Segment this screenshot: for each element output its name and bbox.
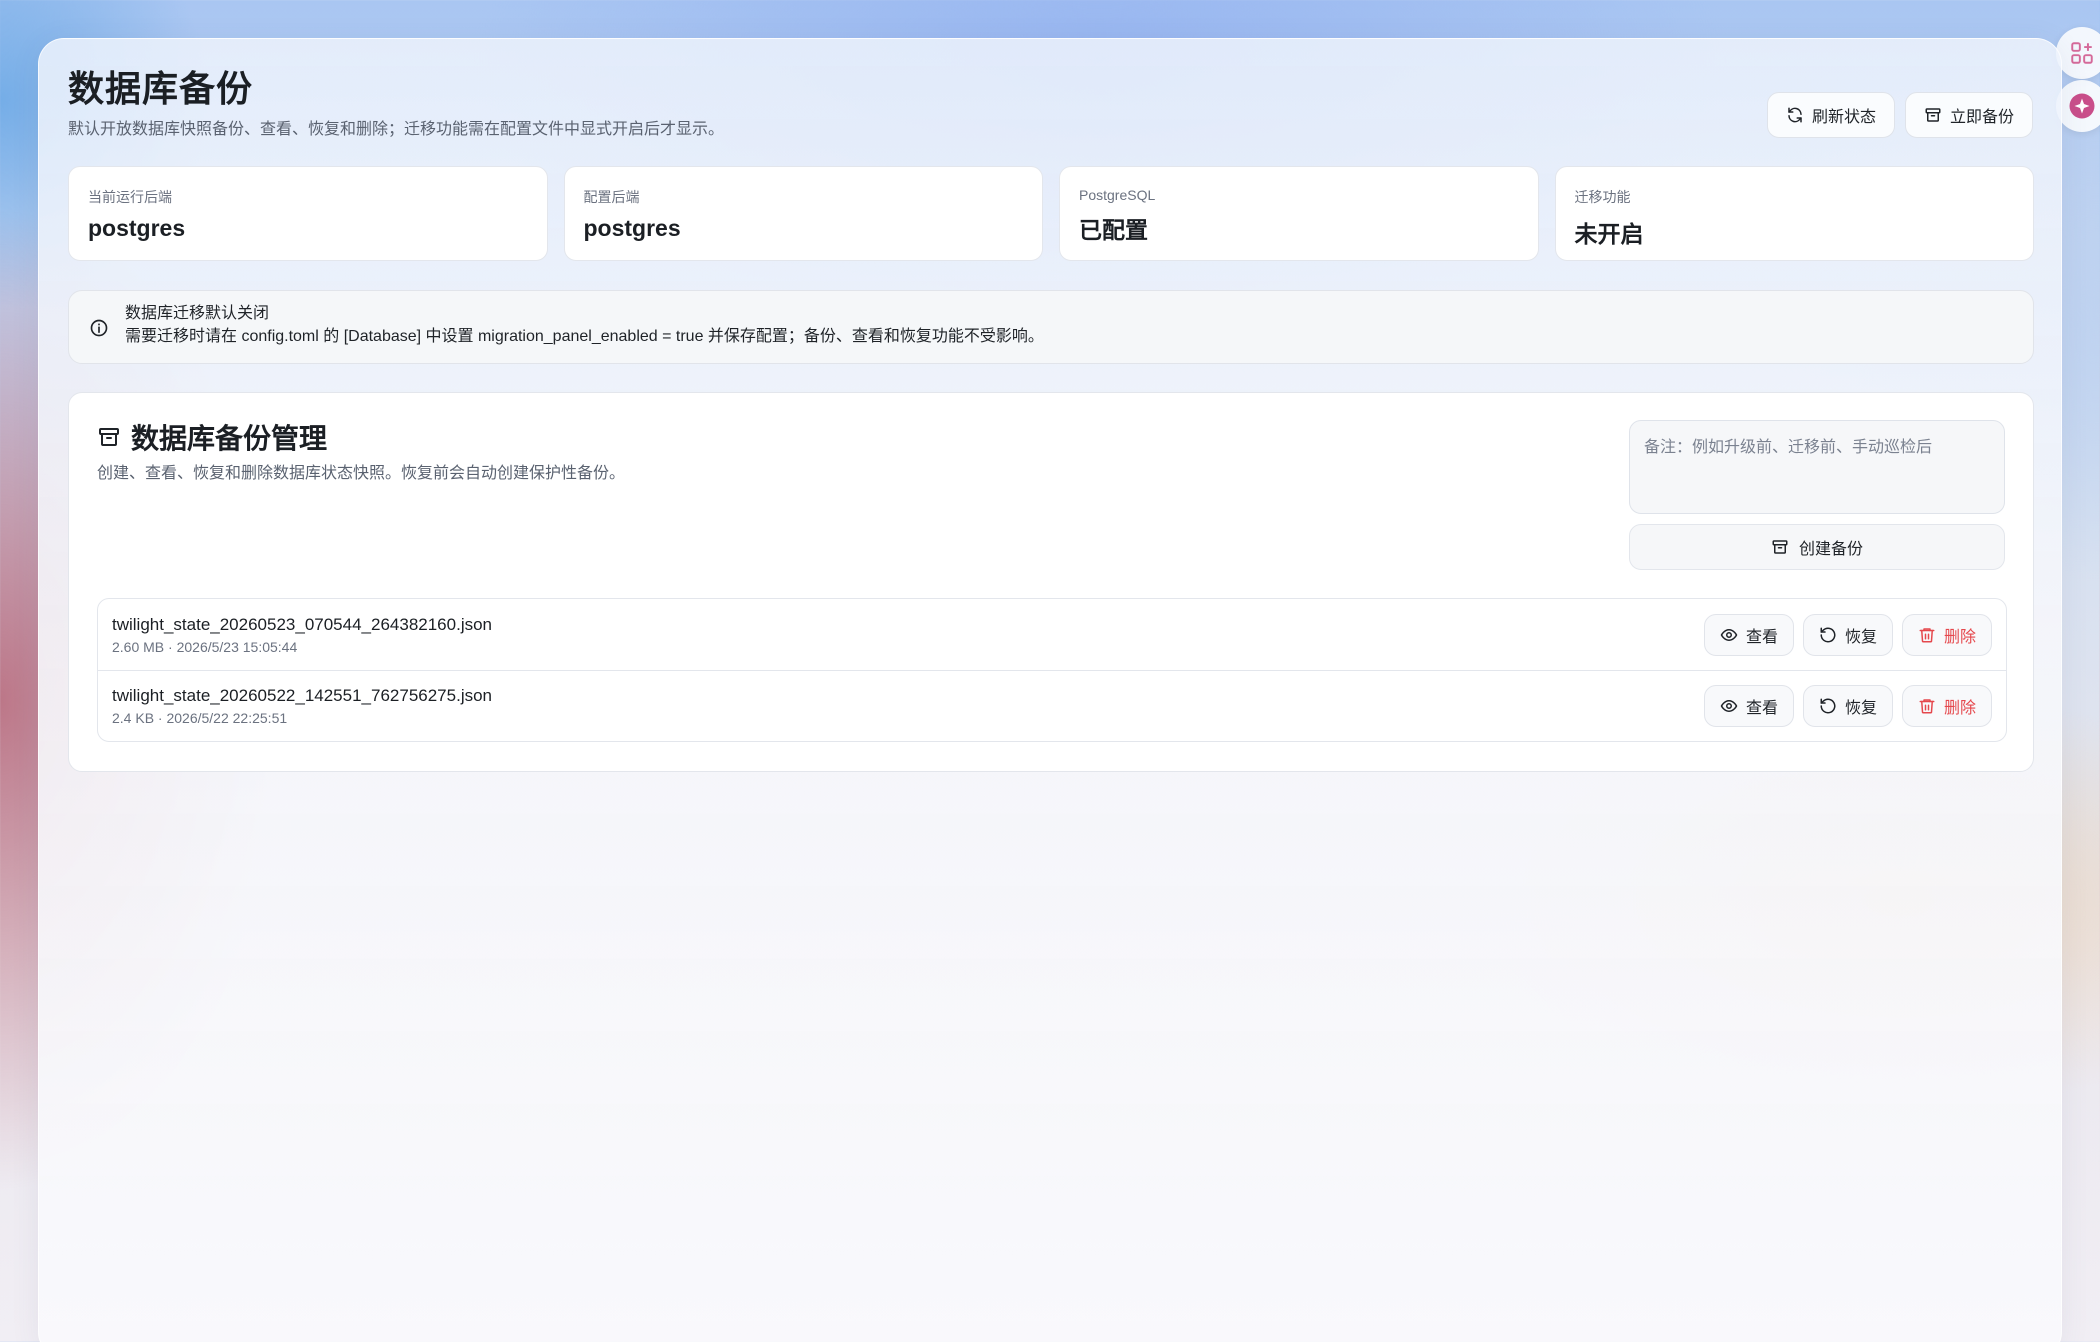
stat-current-backend: 当前运行后端 postgres — [68, 166, 548, 261]
stat-migration: 迁移功能 未开启 — [1554, 166, 2034, 261]
eye-icon — [1720, 628, 1738, 641]
backup-now-label: 立即备份 — [1949, 109, 2014, 126]
backup-note-input[interactable] — [1629, 420, 2005, 514]
eye-icon — [1720, 700, 1738, 712]
delete-button[interactable]: 删除 — [1901, 613, 1992, 656]
apps-icon — [2071, 42, 2093, 64]
trash-icon — [1919, 627, 1935, 642]
sparkle-icon — [2069, 93, 2095, 119]
create-backup-button[interactable]: 创建备份 — [1629, 524, 2005, 570]
restore-icon — [1820, 698, 1836, 714]
apps-side-button[interactable] — [2056, 27, 2100, 79]
trash-icon — [1919, 699, 1935, 714]
stat-value: 未开启 — [1574, 221, 1644, 247]
stat-config-backend: 配置后端 postgres — [563, 166, 1043, 261]
restore-button[interactable]: 恢复 — [1802, 685, 1893, 727]
backup-file-name: twilight_state_20260522_142551_762756275… — [112, 686, 493, 705]
stat-value: 已配置 — [1079, 217, 1148, 243]
alert-text: 需要迁移时请在 config.toml 的 [Database] 中设置 mig… — [125, 328, 1044, 345]
card-title: 数据库备份管理 — [131, 423, 328, 454]
stat-label: PostgreSQL — [1079, 187, 1156, 203]
stat-value: postgres — [88, 215, 186, 241]
refresh-status-label: 刷新状态 — [1811, 109, 1876, 126]
restore-button[interactable]: 恢复 — [1802, 613, 1893, 656]
page-subtitle: 默认开放数据库快照备份、查看、恢复和删除；迁移功能需在配置文件中显式开启后才显示… — [68, 121, 725, 138]
delete-button[interactable]: 删除 — [1901, 685, 1992, 727]
migration-alert: 数据库迁移默认关闭 需要迁移时请在 config.toml 的 [Databas… — [68, 290, 2034, 364]
view-label: 查看 — [1745, 700, 1778, 717]
stat-label: 配置后端 — [583, 189, 640, 205]
refresh-icon — [1788, 107, 1802, 123]
list-item: twilight_state_20260522_142551_762756275… — [98, 670, 2006, 741]
backup-file-meta: 2.4 KB · 2026/5/22 22:25:51 — [112, 710, 288, 726]
stat-value: postgres — [583, 215, 681, 241]
archive-icon — [99, 428, 119, 446]
view-button[interactable]: 查看 — [1703, 613, 1794, 656]
main-panel: 数据库备份 默认开放数据库快照备份、查看、恢复和删除；迁移功能需在配置文件中显式… — [38, 38, 2062, 1342]
backup-file-name: twilight_state_20260523_070544_264382160… — [112, 614, 493, 634]
view-button[interactable]: 查看 — [1703, 685, 1794, 727]
stats-row: 当前运行后端 postgres 配置后端 postgres PostgreSQL… — [68, 166, 2034, 261]
info-icon — [90, 319, 108, 337]
stat-postgresql: PostgreSQL 已配置 — [1059, 166, 1539, 261]
stat-label: 当前运行后端 — [88, 189, 172, 205]
card-description: 创建、查看、恢复和删除数据库状态快照。恢复前会自动创建保护性备份。 — [97, 465, 626, 482]
delete-label: 删除 — [1943, 700, 1976, 717]
refresh-status-button[interactable]: 刷新状态 — [1766, 92, 1895, 138]
backup-management-card: 数据库备份管理 创建、查看、恢复和删除数据库状态快照。恢复前会自动创建保护性备份… — [68, 392, 2034, 772]
list-item: twilight_state_20260523_070544_264382160… — [98, 599, 2006, 670]
view-label: 查看 — [1745, 628, 1778, 646]
backup-file-meta: 2.60 MB · 2026/5/23 15:05:44 — [112, 638, 298, 655]
page-title: 数据库备份 — [68, 68, 254, 109]
restore-label: 恢复 — [1844, 628, 1877, 646]
restore-label: 恢复 — [1844, 700, 1877, 717]
card-header: 数据库备份管理 创建、查看、恢复和删除数据库状态快照。恢复前会自动创建保护性备份… — [97, 417, 625, 483]
backup-now-button[interactable]: 立即备份 — [1904, 92, 2033, 138]
create-backup-label: 创建备份 — [1798, 541, 1863, 558]
backup-list: twilight_state_20260523_070544_264382160… — [97, 598, 2007, 742]
restore-icon — [1820, 627, 1836, 642]
alert-title: 数据库迁移默认关闭 — [125, 305, 270, 322]
delete-label: 删除 — [1943, 628, 1976, 646]
assistant-side-button[interactable] — [2056, 80, 2100, 132]
page-header: 数据库备份 默认开放数据库快照备份、查看、恢复和删除；迁移功能需在配置文件中显式… — [68, 65, 724, 139]
stat-label: 迁移功能 — [1574, 189, 1631, 205]
archive-icon — [1925, 108, 1941, 122]
archive-icon — [1772, 540, 1788, 554]
header-actions: 刷新状态 立即备份 — [1766, 92, 2033, 138]
